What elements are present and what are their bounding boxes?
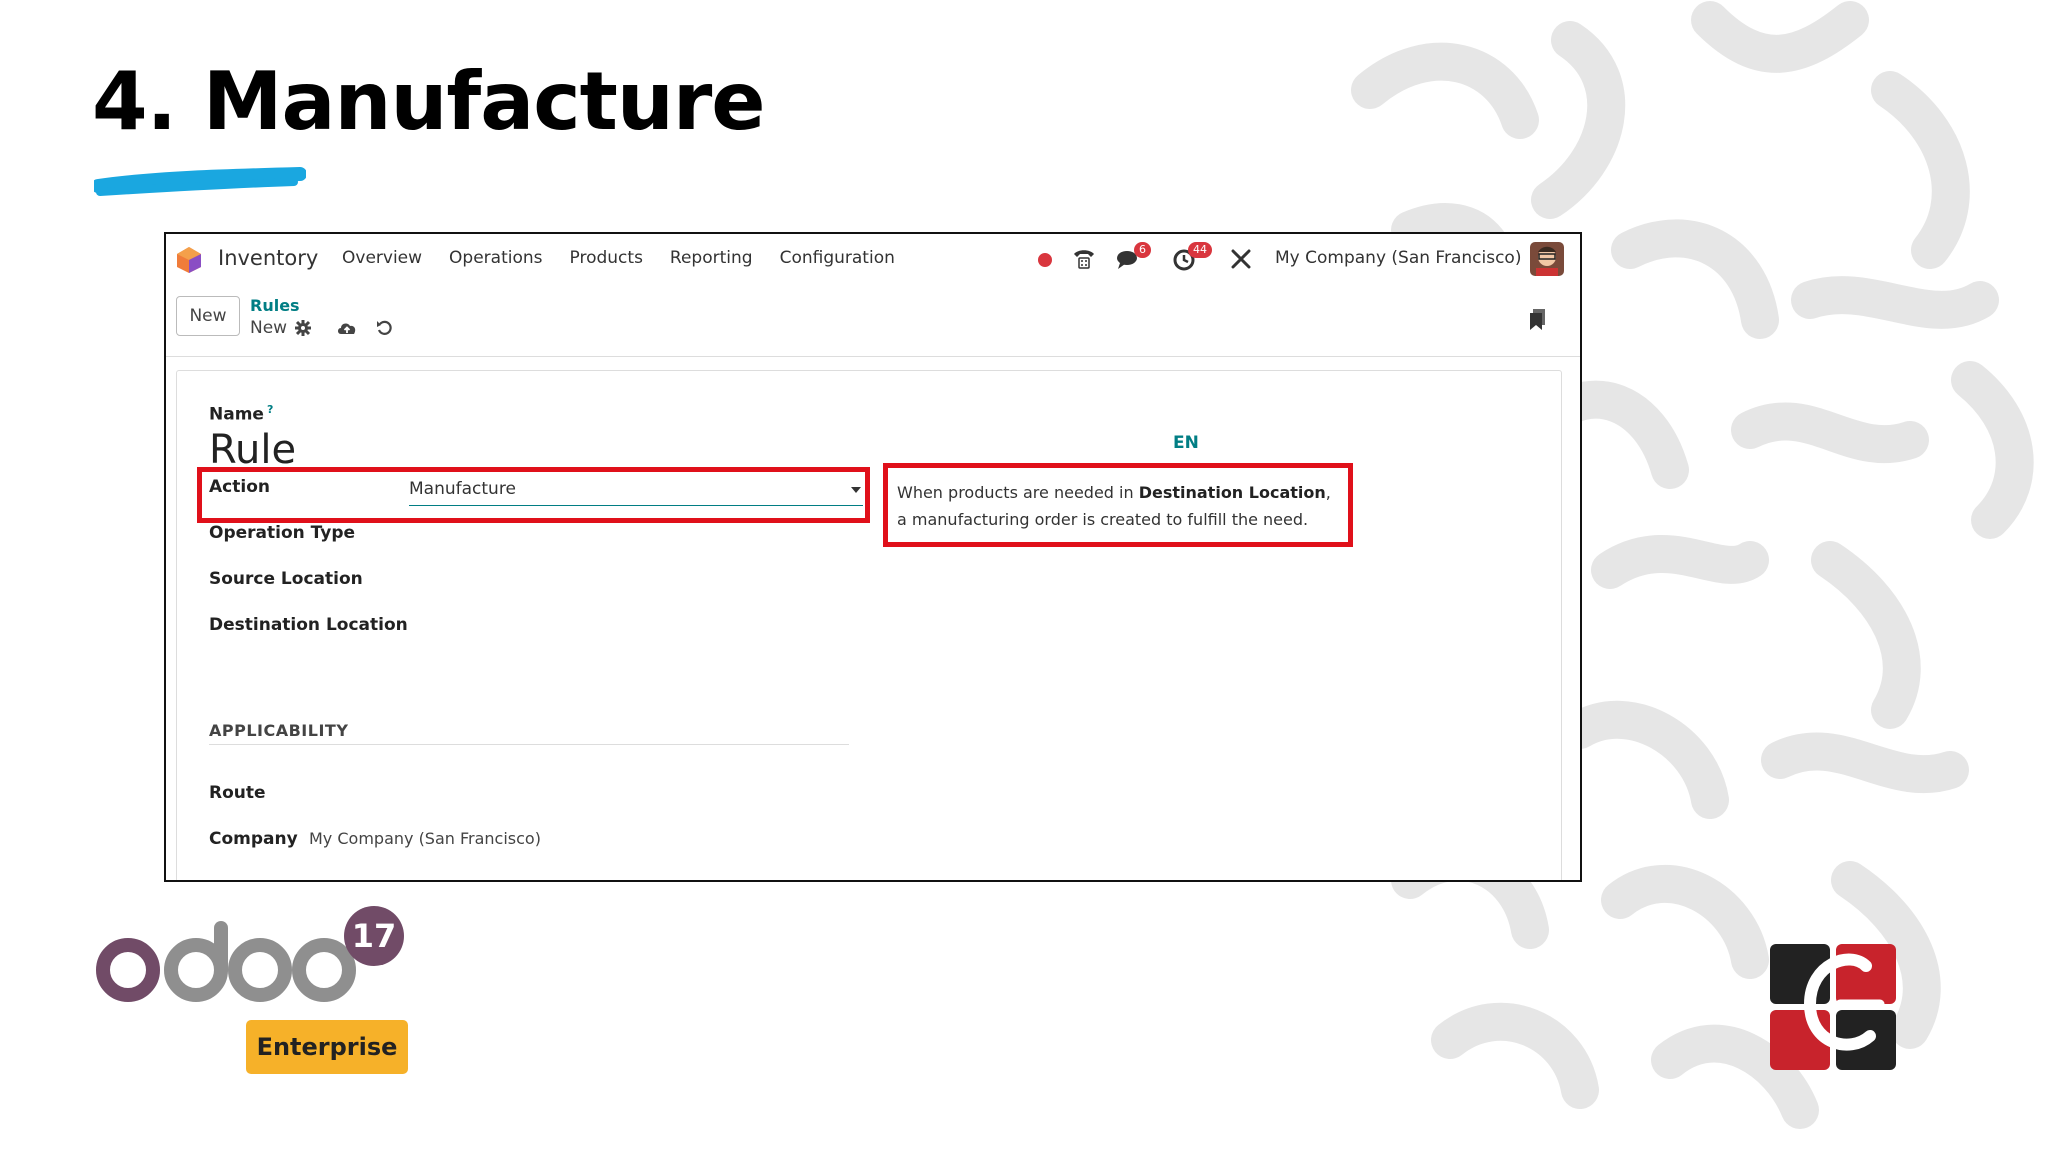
company-switcher[interactable]: My Company (San Francisco)	[1275, 248, 1521, 268]
operation-type-label: Operation Type	[209, 523, 356, 543]
gear-icon[interactable]	[294, 319, 312, 337]
chevron-down-icon	[851, 487, 861, 493]
applicability-section-title: APPLICABILITY	[209, 721, 849, 745]
name-label: Name?	[209, 403, 274, 425]
source-location-label: Source Location	[209, 569, 363, 589]
company-label: Company	[209, 829, 298, 849]
debug-tools-icon[interactable]	[1230, 248, 1252, 270]
menu-operations[interactable]: Operations	[449, 248, 542, 268]
menu-products[interactable]: Products	[570, 248, 643, 268]
language-toggle[interactable]: EN	[1173, 433, 1199, 453]
action-select-value: Manufacture	[409, 479, 516, 499]
activities-badge: 44	[1188, 242, 1212, 258]
company-brand-logo	[1770, 944, 1896, 1070]
breadcrumb-current: New	[250, 318, 288, 338]
menu-configuration[interactable]: Configuration	[780, 248, 895, 268]
cloud-save-icon[interactable]	[336, 319, 358, 337]
route-label: Route	[209, 783, 266, 803]
action-select[interactable]: Manufacture	[409, 479, 863, 506]
recording-dot-icon[interactable]	[1037, 252, 1053, 268]
breadcrumb-rules[interactable]: Rules	[250, 296, 300, 315]
menu-overview[interactable]: Overview	[342, 248, 422, 268]
bookmark-icon[interactable]	[1528, 308, 1548, 332]
form-sheet: Name? Rule EN Action Manufacture When pr…	[176, 370, 1562, 880]
odoo-version-number: 17	[352, 917, 397, 955]
control-panel: New Rules New	[166, 286, 1580, 357]
action-help-text: When products are needed in Destination …	[897, 483, 1331, 529]
main-menu: Overview Operations Products Reporting C…	[342, 248, 922, 268]
new-button[interactable]: New	[176, 296, 240, 336]
phone-icon[interactable]	[1072, 246, 1096, 270]
name-help-tooltip[interactable]: ?	[267, 403, 273, 416]
discard-undo-icon[interactable]	[376, 319, 394, 337]
app-screenshot: Inventory Overview Operations Products R…	[164, 232, 1582, 882]
top-navbar: Inventory Overview Operations Products R…	[166, 234, 1580, 286]
enterprise-badge: Enterprise	[246, 1020, 408, 1074]
app-name[interactable]: Inventory	[218, 246, 318, 270]
messages-badge: 6	[1134, 242, 1151, 258]
inventory-app-icon[interactable]	[176, 246, 202, 274]
destination-location-label: Destination Location	[209, 615, 408, 635]
title-underline	[94, 167, 306, 196]
odoo-logo: 17	[96, 906, 404, 1002]
slide-title: 4. Manufacture	[92, 55, 766, 148]
user-avatar[interactable]	[1530, 242, 1564, 276]
menu-reporting[interactable]: Reporting	[670, 248, 753, 268]
action-label: Action	[209, 477, 270, 497]
company-field[interactable]: My Company (San Francisco)	[309, 829, 541, 848]
